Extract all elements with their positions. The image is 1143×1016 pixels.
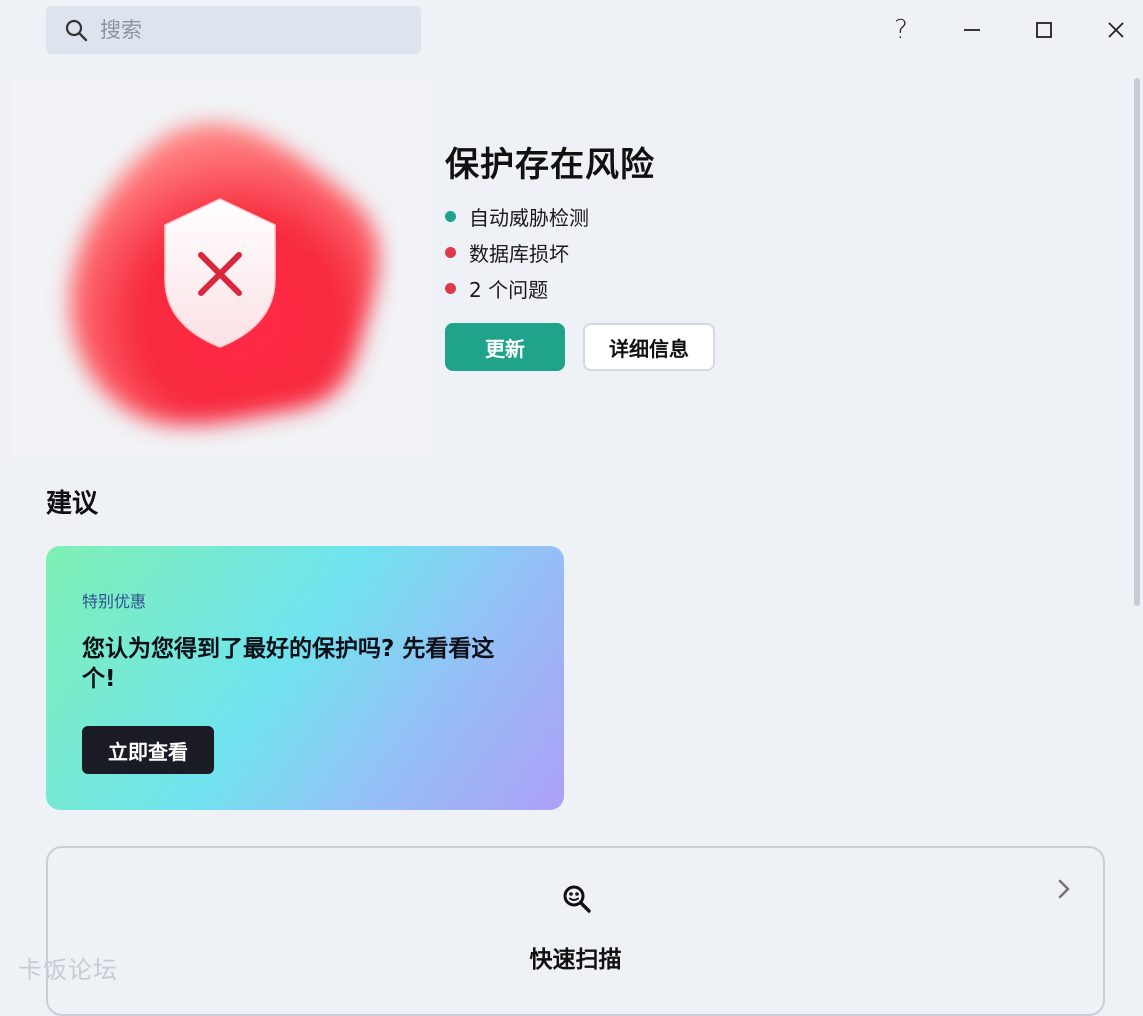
close-icon bbox=[1108, 22, 1124, 38]
status-item-threat-detection: 自动威胁检测 bbox=[445, 198, 589, 234]
status-error-dot bbox=[445, 282, 456, 294]
status-ok-dot bbox=[445, 210, 456, 222]
minimize-button[interactable] bbox=[956, 14, 988, 46]
help-icon: ? bbox=[894, 15, 908, 45]
maximize-button[interactable] bbox=[1028, 14, 1060, 46]
promo-card: 特别优惠 您认为您得到了最好的保护吗? 先看看这个! 立即查看 bbox=[46, 546, 564, 810]
search-icon bbox=[65, 19, 88, 42]
status-list: 自动威胁检测 数据库损坏 2 个问题 bbox=[445, 198, 589, 306]
chevron-right-icon bbox=[1058, 879, 1070, 899]
details-button[interactable]: 详细信息 bbox=[583, 323, 715, 371]
close-button[interactable] bbox=[1100, 14, 1132, 46]
quick-scan-card[interactable]: 快速扫描 bbox=[46, 846, 1105, 1016]
promo-headline: 您认为您得到了最好的保护吗? 先看看这个! bbox=[82, 636, 495, 692]
scrollbar-thumb[interactable] bbox=[1134, 78, 1140, 606]
status-item-database: 数据库损坏 bbox=[445, 234, 589, 270]
update-button[interactable]: 更新 bbox=[445, 323, 565, 371]
status-item-label: 自动威胁检测 bbox=[469, 205, 589, 230]
status-item-issues: 2 个问题 bbox=[445, 270, 589, 306]
minimize-icon bbox=[964, 29, 980, 31]
watermark: 卡饭论坛 bbox=[18, 956, 118, 984]
recommendations-title: 建议 bbox=[46, 489, 99, 519]
maximize-icon bbox=[1036, 22, 1052, 38]
search-placeholder: 搜索 bbox=[100, 18, 142, 42]
help-button[interactable]: ? bbox=[885, 14, 917, 46]
quick-scan-label: 快速扫描 bbox=[529, 947, 622, 973]
scan-icon bbox=[563, 885, 591, 913]
search-input[interactable]: 搜索 bbox=[46, 6, 421, 54]
status-title: 保护存在风险 bbox=[445, 145, 655, 185]
status-item-label: 2 个问题 bbox=[469, 277, 549, 302]
status-item-label: 数据库损坏 bbox=[469, 241, 569, 266]
view-now-button[interactable]: 立即查看 bbox=[82, 726, 214, 774]
promo-eyebrow: 特别优惠 bbox=[82, 592, 147, 611]
status-error-dot bbox=[445, 246, 456, 258]
shield-error-icon bbox=[164, 198, 276, 348]
